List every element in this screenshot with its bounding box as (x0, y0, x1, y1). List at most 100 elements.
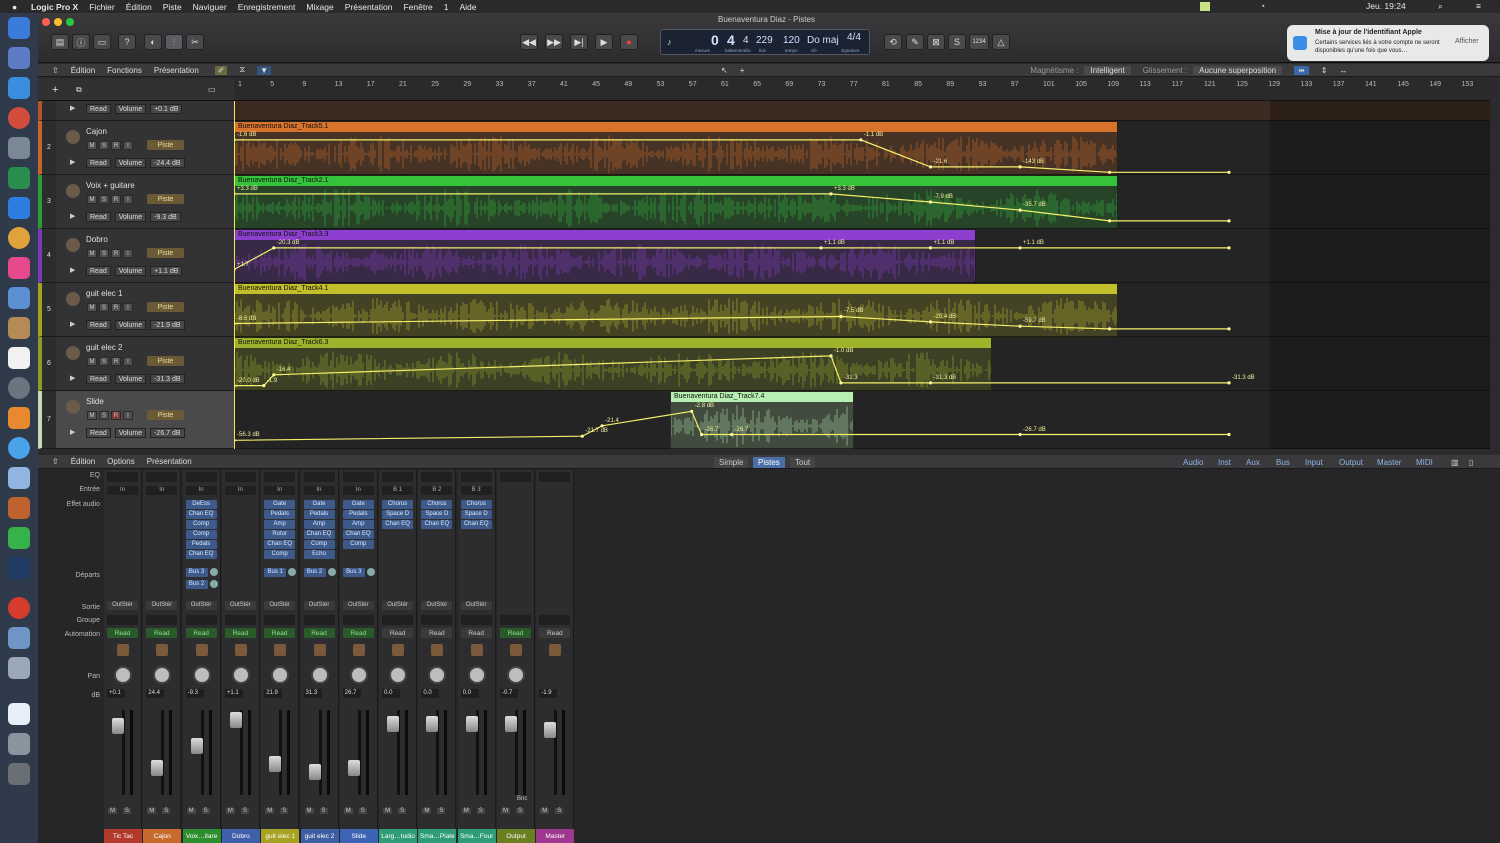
channel-name[interactable]: Dobro (221, 829, 260, 843)
menu-enregistrement[interactable]: Enregistrement (238, 2, 296, 12)
eq-display[interactable] (185, 472, 217, 482)
chrome-icon[interactable] (8, 107, 30, 129)
fader-value[interactable]: +1.1 (224, 689, 243, 698)
menu-piste[interactable]: Piste (163, 2, 182, 12)
volume-fader[interactable] (308, 764, 321, 780)
global-tracks-button[interactable]: ▭ (208, 85, 216, 94)
pan-knob[interactable] (389, 666, 408, 684)
strip-solo-button[interactable]: S (476, 808, 485, 814)
track-automation-button[interactable]: Piste (147, 248, 184, 258)
snap-select[interactable]: Intelligent (1084, 65, 1131, 75)
utility-icon[interactable] (8, 733, 30, 755)
automation-mode-button[interactable]: Read (500, 628, 531, 638)
horizontal-zoom-icon[interactable]: ↔ (1340, 66, 1348, 75)
track-automation-button[interactable]: Piste (147, 140, 184, 150)
send-level-knob[interactable] (366, 568, 375, 576)
filter-input[interactable]: Input (1300, 457, 1328, 468)
status-icon[interactable] (1200, 2, 1210, 11)
automation-mode-button[interactable]: Read (421, 628, 453, 638)
archive-icon[interactable] (8, 317, 30, 339)
fader-value[interactable]: -1.9 (539, 689, 558, 698)
siri-icon[interactable] (8, 47, 30, 69)
channel-name[interactable]: Output (497, 829, 535, 843)
track-automation-button[interactable]: Piste (147, 410, 184, 420)
channel-name[interactable]: Larg…tudio (379, 829, 418, 843)
input-slot[interactable]: In (303, 486, 335, 495)
automation-param-select[interactable]: Volume (114, 104, 147, 114)
channel-name[interactable]: Cajon (143, 829, 182, 843)
finder-icon[interactable] (8, 17, 30, 39)
volume-envelope[interactable] (234, 229, 1274, 283)
notification[interactable]: Mise à jour de l'identifiant Apple Certa… (1287, 25, 1489, 61)
group-slot[interactable] (185, 615, 217, 625)
plugin-slot[interactable]: Comp (185, 520, 217, 529)
fader-value[interactable]: 0.0 (421, 689, 440, 698)
input-monitor-button[interactable]: I (123, 141, 133, 150)
music-icon[interactable] (8, 257, 30, 279)
tab-pistes[interactable]: Pistes (753, 457, 785, 468)
go-to-start-button[interactable]: ▶| (570, 34, 588, 50)
group-slot[interactable] (224, 615, 256, 625)
mute-button[interactable]: M (87, 357, 97, 366)
pan-knob[interactable] (114, 666, 132, 684)
replace-button[interactable]: S (948, 34, 966, 50)
strip-solo-button[interactable]: S (555, 808, 564, 814)
group-slot[interactable] (264, 615, 296, 625)
output-slot[interactable]: OutStér (224, 601, 256, 610)
fader-value[interactable]: 0.0 (460, 689, 479, 698)
strip-mute-button[interactable]: M (225, 808, 235, 814)
track-header[interactable]: Slide M S R I Piste ▶ Read Volume -26.7 … (56, 391, 234, 449)
bounce-button[interactable]: Bnc (517, 796, 527, 802)
eq-display[interactable] (500, 472, 531, 482)
fader-value[interactable]: +0.1 (107, 689, 125, 698)
strip-solo-button[interactable]: S (516, 808, 525, 814)
track-header[interactable]: guit elec 1 M S R I Piste ▶ Read Volume … (56, 283, 234, 337)
filter-audio[interactable]: Audio (1178, 457, 1208, 468)
plugin-slot[interactable]: Space D (382, 510, 414, 519)
safari-icon[interactable] (8, 77, 30, 99)
menu-fichier[interactable]: Fichier (89, 2, 115, 12)
mixer-view-menu[interactable]: Présentation (147, 457, 192, 466)
input-slot[interactable]: B 2 (421, 486, 453, 495)
disclosure-icon[interactable]: ▶ (70, 320, 75, 328)
volume-envelope[interactable] (234, 337, 1274, 391)
eq-display[interactable] (303, 472, 335, 482)
minimize-button[interactable] (54, 18, 62, 26)
automation-value[interactable]: +0.1 dB (150, 104, 183, 114)
automation-mode-button[interactable]: Read (264, 628, 296, 638)
eq-display[interactable] (224, 472, 256, 482)
strip-mute-button[interactable]: M (461, 808, 471, 814)
strip-solo-button[interactable]: S (319, 808, 328, 814)
disk-utility-icon[interactable] (8, 657, 30, 679)
strip-mute-button[interactable]: M (265, 808, 275, 814)
eq-display[interactable] (146, 472, 178, 482)
input-slot[interactable]: In (264, 486, 296, 495)
acrobat-icon[interactable] (8, 597, 30, 619)
output-slot[interactable]: OutStér (303, 601, 335, 610)
tuner-button[interactable]: ✎ (906, 34, 924, 50)
trash-icon[interactable] (8, 763, 30, 785)
plugin-slot[interactable]: Comp (303, 540, 335, 549)
volume-envelope[interactable] (234, 283, 1274, 337)
automation-value[interactable]: -9.3 dB (150, 212, 181, 222)
automation-mode-select[interactable]: Read (86, 158, 111, 168)
automation-param-select[interactable]: Volume (114, 374, 147, 384)
input-monitor-button[interactable]: I (123, 411, 133, 420)
strip-mute-button[interactable]: M (422, 808, 432, 814)
pan-knob[interactable] (467, 666, 486, 684)
automation-param-select[interactable]: Volume (114, 212, 147, 222)
strip-mute-button[interactable]: M (147, 808, 157, 814)
image-capture-icon[interactable] (8, 627, 30, 649)
add-track-button[interactable]: + (52, 84, 58, 96)
strip-solo-button[interactable]: S (162, 808, 171, 814)
eq-display[interactable] (382, 472, 414, 482)
tab-tout[interactable]: Tout (790, 457, 816, 468)
output-slot[interactable]: OutStér (382, 601, 414, 610)
menu-presentation[interactable]: Présentation (345, 2, 393, 12)
volume-fader[interactable] (347, 760, 360, 776)
plugin-slot[interactable]: Chan EQ (264, 540, 296, 549)
track-name[interactable]: Dobro (86, 235, 108, 244)
strip-mute-button[interactable]: M (186, 808, 196, 814)
pan-knob[interactable] (349, 666, 368, 684)
track-automation-button[interactable]: Piste (147, 194, 184, 204)
